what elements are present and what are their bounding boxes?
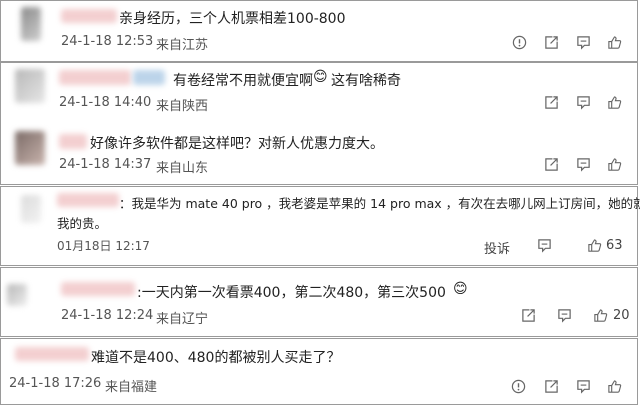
comment-text: 难道不是400、480的都被别人买走了？ [91, 350, 341, 366]
share-icon[interactable] [544, 379, 559, 394]
comment-text-tail: 这有啥稀奇 [331, 73, 401, 89]
like-icon[interactable] [607, 157, 622, 172]
emoji: 😊 [313, 69, 328, 85]
comment-date: 24-1-18 14:40 [59, 95, 152, 110]
comment-location: 来自江苏 [156, 38, 209, 53]
comment-text: :一天内第一次看票400，第二次480，第三次500 [137, 285, 446, 301]
comment-card-2: 有卷经常不用就便宜啊 😊 这有啥稀奇 24-1-18 14:40 来自陕西 好像… [0, 62, 638, 185]
comment-text: 好像许多软件都是这样吧？对新人优惠力度大。 [90, 136, 384, 152]
comment-icon[interactable] [576, 35, 591, 50]
comment-date: 24-1-18 12:53 [61, 34, 154, 49]
avatar[interactable] [15, 69, 45, 103]
comment-icon[interactable] [576, 379, 591, 394]
like-icon[interactable] [607, 95, 622, 110]
username[interactable] [61, 9, 117, 23]
comment-icon[interactable] [576, 95, 591, 110]
comment-icon[interactable] [576, 157, 591, 172]
comment-text: 有卷经常不用就便宜啊 [173, 73, 313, 89]
like-icon[interactable] [607, 379, 622, 394]
comment-date: 01月18日 12:17 [57, 239, 150, 253]
report-button[interactable]: 投诉 [484, 238, 510, 257]
comment-card-4: :一天内第一次看票400，第二次480，第三次500 😊 24-1-18 12:… [0, 267, 638, 337]
username[interactable] [61, 282, 135, 296]
comment-card-3: ：我是华为 mate 40 pro ，我老婆是苹果的 14 pro max ，有… [0, 186, 640, 266]
comment-text-line2: 我的贵。 [57, 216, 108, 231]
report-icon[interactable] [511, 379, 526, 394]
comment-icon[interactable] [537, 238, 552, 253]
share-icon[interactable] [544, 35, 559, 50]
comment-location: 来自福建 [105, 380, 158, 395]
emoji: 😊 [453, 281, 468, 297]
avatar[interactable] [7, 284, 27, 306]
comment-text: 亲身经历，三个人机票相差100-800 [119, 11, 346, 27]
username-badge [133, 70, 165, 85]
comment-location: 来自山东 [156, 161, 209, 176]
avatar[interactable] [15, 131, 45, 165]
comment-location: 来自陕西 [156, 99, 209, 114]
like-count: 63 [606, 238, 623, 253]
like-icon[interactable] [593, 308, 608, 323]
username[interactable] [59, 134, 87, 149]
username[interactable] [15, 347, 89, 361]
comment-location: 来自辽宁 [156, 312, 209, 327]
comment-date: 24-1-18 14:37 [59, 157, 152, 172]
comment-text-line1: ：我是华为 mate 40 pro ，我老婆是苹果的 14 pro max ，有… [119, 196, 640, 211]
like-icon[interactable] [607, 35, 622, 50]
avatar[interactable] [21, 195, 41, 223]
comment-date: 24-1-18 12:24 [61, 308, 154, 323]
avatar[interactable] [21, 7, 41, 41]
like-count: 20 [613, 308, 630, 323]
report-icon[interactable] [512, 35, 527, 50]
share-icon[interactable] [544, 95, 559, 110]
username[interactable] [59, 70, 131, 85]
comment-icon[interactable] [557, 308, 572, 323]
username[interactable] [57, 193, 119, 207]
share-icon[interactable] [544, 157, 559, 172]
comment-date: 24-1-18 17:26 [9, 376, 102, 391]
comment-card-5: 难道不是400、480的都被别人买走了？ 24-1-18 17:26 来自福建 [0, 338, 638, 405]
share-icon[interactable] [521, 308, 536, 323]
like-icon[interactable] [587, 238, 602, 253]
comment-card-1: 亲身经历，三个人机票相差100-800 24-1-18 12:53 来自江苏 [0, 0, 638, 62]
